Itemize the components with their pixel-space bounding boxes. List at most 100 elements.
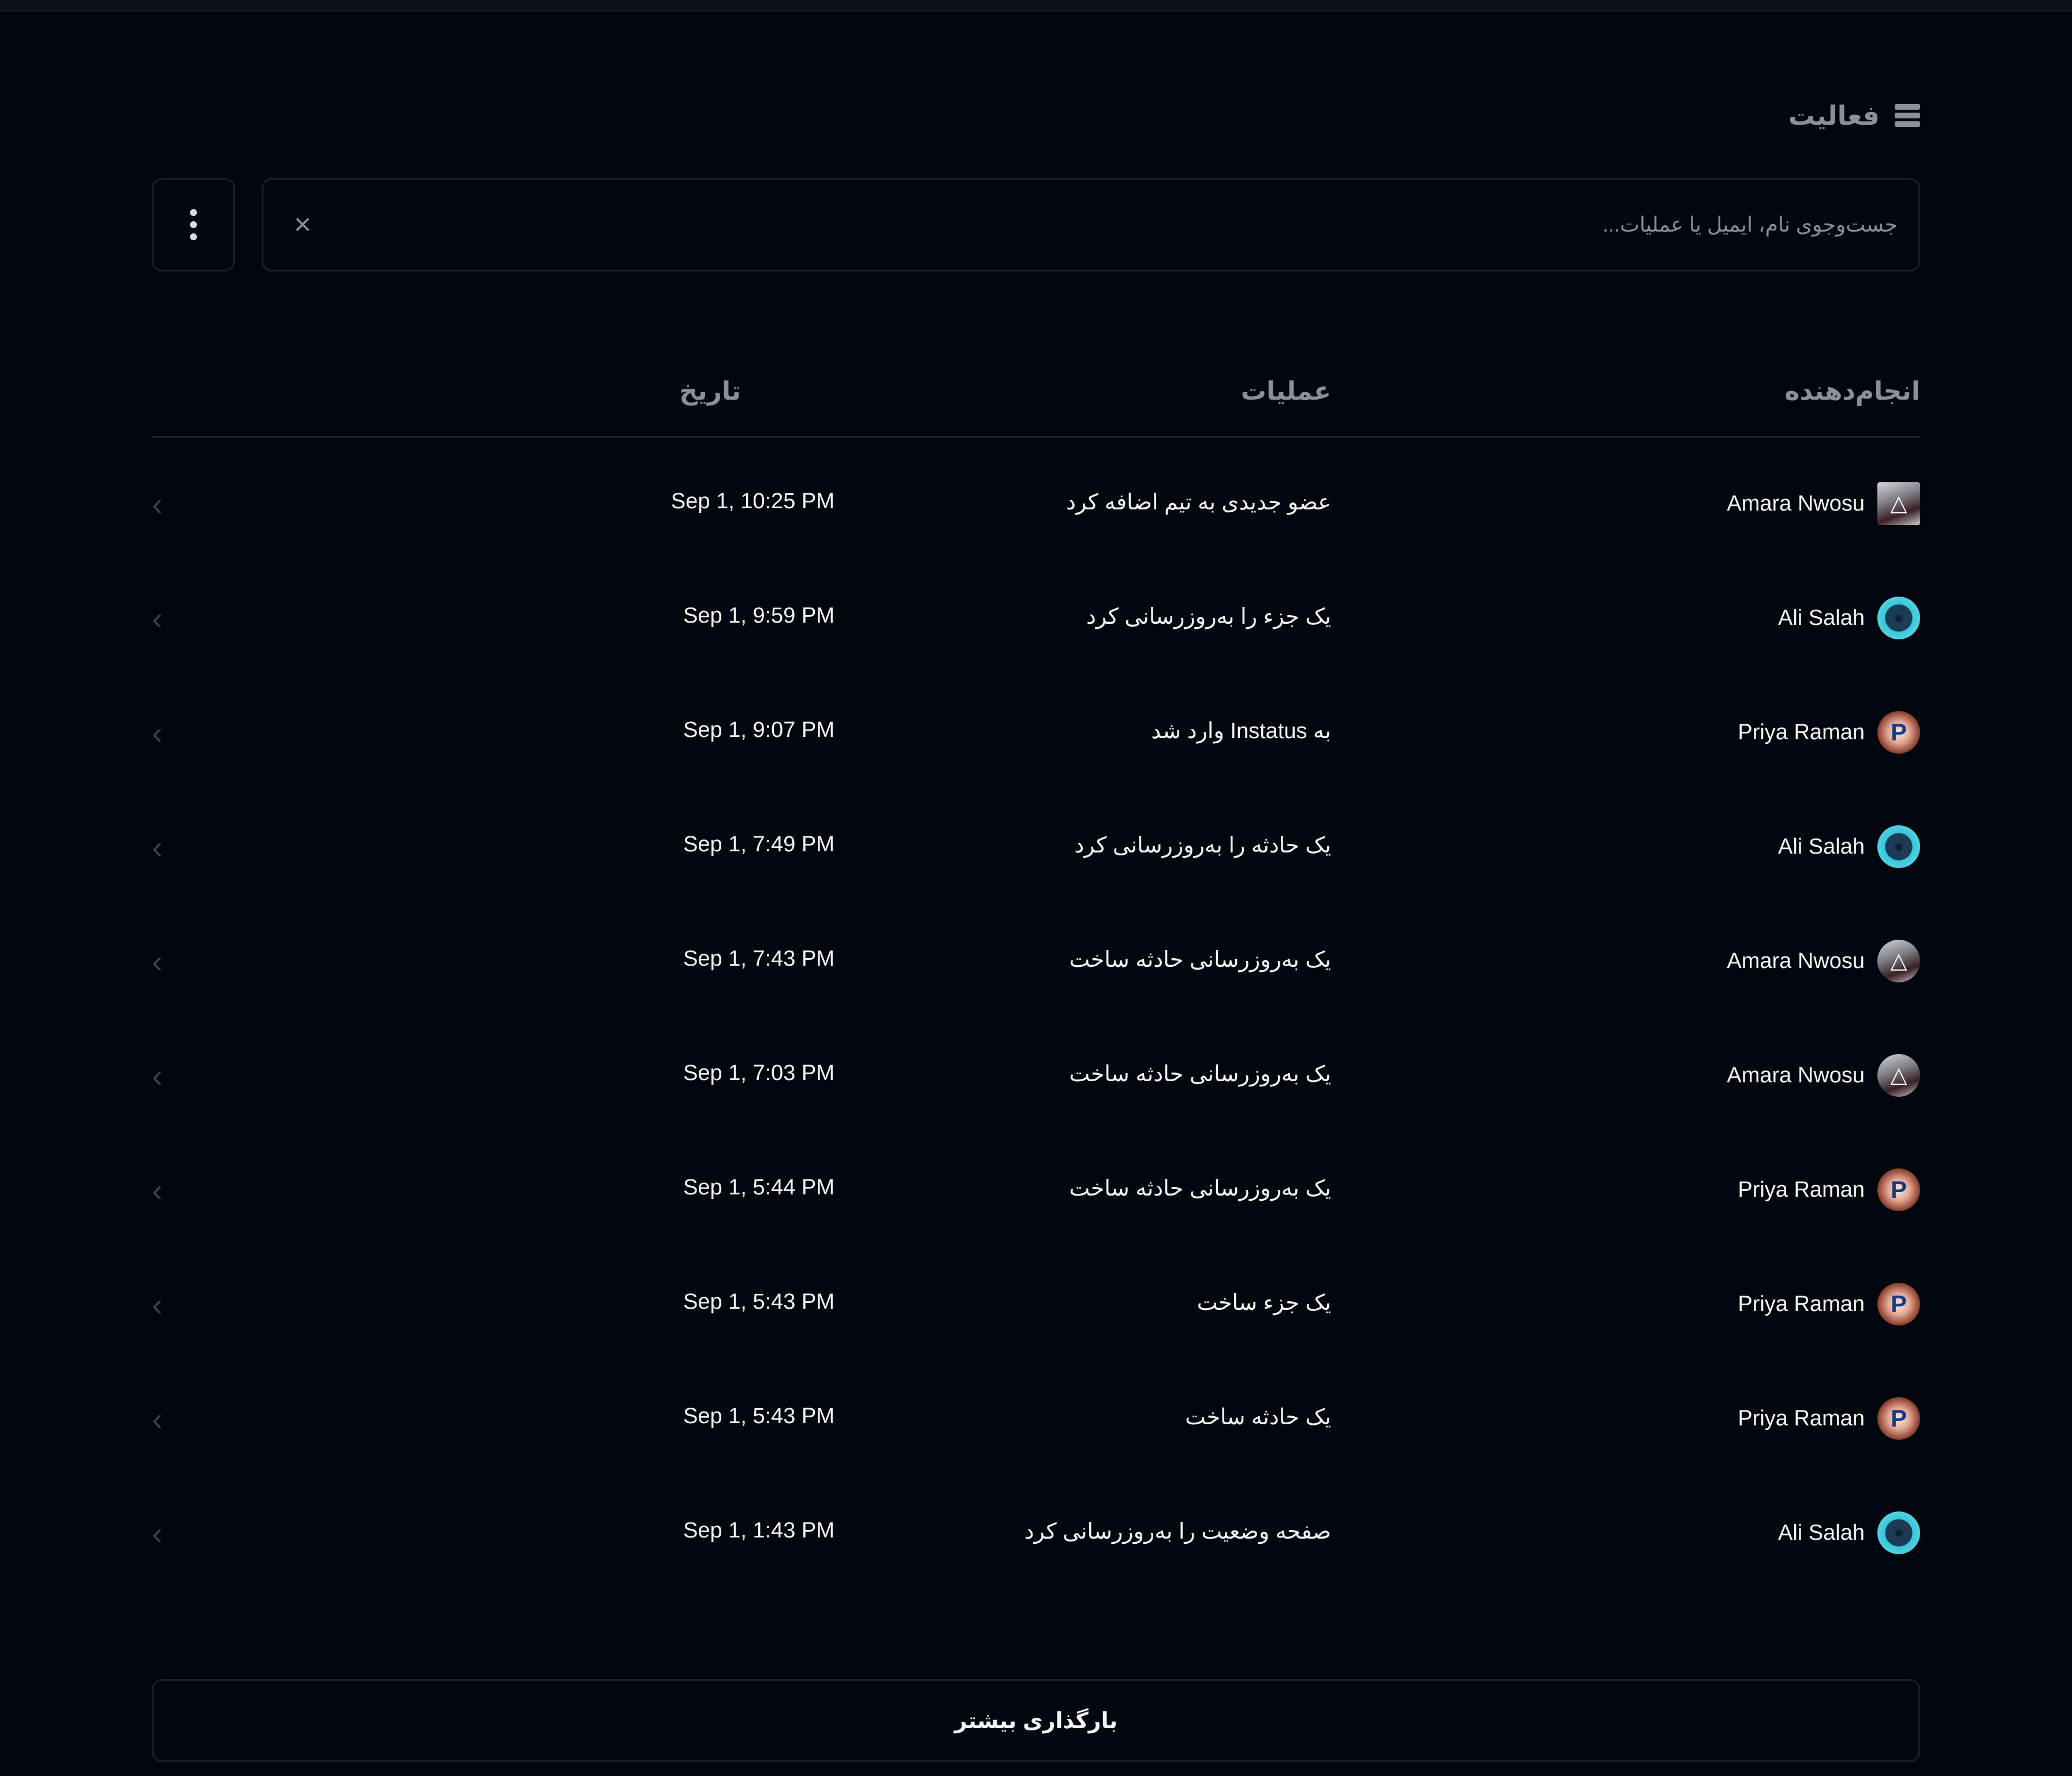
- column-header-actor: انجام‌دهنده: [1784, 377, 1920, 405]
- actor-cell: P Priya Raman: [1738, 711, 1920, 754]
- date-text: Sep 1, 1:43 PM: [683, 1518, 834, 1543]
- avatar-glyph: P: [1890, 1176, 1907, 1203]
- server-stack-icon: [1895, 104, 1920, 127]
- action-text: یک جزء ساخت: [1197, 1291, 1331, 1315]
- actor-cell: P Priya Raman: [1738, 1397, 1920, 1440]
- avatar: P: [1877, 1397, 1920, 1440]
- table-row[interactable]: ● Ali Salah صفحه وضعیت را به‌روزرسانی کرد S…: [152, 1476, 1920, 1590]
- actor-cell: ● Ali Salah: [1778, 1511, 1920, 1554]
- actor-cell: ● Ali Salah: [1778, 825, 1920, 868]
- actor-name: Ali Salah: [1778, 1520, 1865, 1545]
- page-header: فعالیت: [1788, 92, 1920, 139]
- avatar-glyph: P: [1890, 718, 1907, 746]
- actor-cell: △ Amara Nwosu: [1727, 940, 1920, 982]
- date-text: Sep 1, 7:43 PM: [683, 947, 834, 971]
- toolbar: ×: [152, 178, 1920, 271]
- activity-table: انجام‌دهنده عملیات تاریخ △ Amara Nwosu عضو…: [152, 352, 1920, 1590]
- date-text: Sep 1, 5:43 PM: [683, 1404, 834, 1428]
- date-text: Sep 1, 7:49 PM: [683, 832, 834, 857]
- table-row[interactable]: △ Amara Nwosu یک به‌روزرسانی حادثه ساخت Sep…: [152, 904, 1920, 1018]
- chevron-left-icon[interactable]: ‹: [152, 1402, 175, 1436]
- search-input[interactable]: [321, 180, 1898, 270]
- column-header-action: عملیات: [1240, 377, 1331, 405]
- action-text: صفحه وضعیت را به‌روزرسانی کرد: [1024, 1520, 1331, 1544]
- actor-name: Priya Raman: [1738, 720, 1865, 744]
- avatar: P: [1877, 1168, 1920, 1211]
- dot: [190, 221, 197, 228]
- actor-name: Ali Salah: [1778, 834, 1865, 859]
- date-text: Sep 1, 7:03 PM: [683, 1061, 834, 1085]
- avatar-glyph: △: [1890, 492, 1907, 516]
- actor-cell: △ Amara Nwosu: [1727, 482, 1920, 525]
- date-text: Sep 1, 10:25 PM: [670, 489, 834, 513]
- avatar-glyph: △: [1890, 949, 1907, 973]
- action-text: یک به‌روزرسانی حادثه ساخت: [1069, 1062, 1331, 1086]
- avatar-glyph: P: [1890, 1405, 1907, 1432]
- date-text: Sep 1, 5:44 PM: [683, 1175, 834, 1200]
- table-header: انجام‌دهنده عملیات تاریخ: [152, 352, 1920, 438]
- action-text: یک جزء را به‌روزرسانی کرد: [1086, 605, 1331, 629]
- date-text: Sep 1, 9:07 PM: [683, 718, 834, 742]
- load-more-label: بارگذاری بیشتر: [954, 1708, 1118, 1733]
- load-more-button[interactable]: بارگذاری بیشتر: [152, 1679, 1920, 1762]
- actor-name: Amara Nwosu: [1727, 491, 1865, 516]
- column-header-date: تاریخ: [679, 377, 741, 405]
- dot: [190, 233, 197, 240]
- chevron-left-icon[interactable]: ‹: [152, 1516, 175, 1551]
- activity-page: فعالیت × انجام‌دهنده عملیات تاریخ △ Amara…: [152, 0, 1920, 1776]
- action-text: عضو جدیدی به تیم اضافه کرد: [1066, 490, 1331, 515]
- actor-name: Amara Nwosu: [1727, 948, 1865, 973]
- avatar-glyph: ●: [1893, 837, 1905, 856]
- action-text: به Instatus وارد شد: [1151, 719, 1331, 743]
- chevron-left-icon[interactable]: ‹: [152, 830, 175, 865]
- date-text: Sep 1, 9:59 PM: [683, 604, 834, 628]
- table-row[interactable]: △ Amara Nwosu یک به‌روزرسانی حادثه ساخت Sep…: [152, 1018, 1920, 1133]
- avatar-glyph: △: [1890, 1063, 1907, 1088]
- avatar: P: [1877, 1283, 1920, 1326]
- actor-name: Priya Raman: [1738, 1291, 1865, 1316]
- avatar: △: [1877, 940, 1920, 982]
- avatar: P: [1877, 711, 1920, 754]
- chevron-left-icon[interactable]: ‹: [152, 487, 175, 522]
- chevron-left-icon[interactable]: ‹: [152, 944, 175, 979]
- actor-cell: ● Ali Salah: [1778, 597, 1920, 639]
- action-text: یک به‌روزرسانی حادثه ساخت: [1069, 948, 1331, 972]
- table-row[interactable]: △ Amara Nwosu عضو جدیدی به تیم اضافه کرد Se…: [152, 446, 1920, 561]
- actor-cell: P Priya Raman: [1738, 1283, 1920, 1326]
- avatar-glyph: P: [1890, 1290, 1907, 1317]
- table-row[interactable]: P Priya Raman یک به‌روزرسانی حادثه ساخت Sep…: [152, 1133, 1920, 1247]
- table-row[interactable]: P Priya Raman یک جزء ساخت Sep 1, 5:43 PM ‹: [152, 1247, 1920, 1361]
- actor-name: Priya Raman: [1738, 1177, 1865, 1202]
- chevron-left-icon[interactable]: ‹: [152, 1173, 175, 1208]
- actor-name: Priya Raman: [1738, 1406, 1865, 1431]
- close-icon[interactable]: ×: [288, 210, 318, 240]
- dot: [190, 209, 197, 216]
- search-box: ×: [262, 178, 1920, 271]
- actor-cell: △ Amara Nwosu: [1727, 1054, 1920, 1097]
- avatar: △: [1877, 1054, 1920, 1097]
- actor-name: Ali Salah: [1778, 605, 1865, 630]
- table-row[interactable]: P Priya Raman یک حادثه ساخت Sep 1, 5:43 PM ‹: [152, 1361, 1920, 1476]
- table-row[interactable]: ● Ali Salah یک جزء را به‌روزرسانی کرد Sep 1…: [152, 561, 1920, 675]
- action-text: یک حادثه ساخت: [1185, 1405, 1331, 1429]
- actor-cell: P Priya Raman: [1738, 1168, 1920, 1211]
- avatar-glyph: ●: [1893, 1523, 1905, 1542]
- table-row[interactable]: ● Ali Salah یک حادثه را به‌روزرسانی کرد Sep…: [152, 790, 1920, 904]
- avatar: ●: [1877, 1511, 1920, 1554]
- chevron-left-icon[interactable]: ‹: [152, 601, 175, 636]
- chevron-left-icon[interactable]: ‹: [152, 716, 175, 750]
- action-text: یک به‌روزرسانی حادثه ساخت: [1069, 1176, 1331, 1201]
- action-text: یک حادثه را به‌روزرسانی کرد: [1074, 833, 1331, 858]
- avatar: ●: [1877, 825, 1920, 868]
- table-row[interactable]: P Priya Raman به Instatus وارد شد Sep 1, 9:…: [152, 675, 1920, 790]
- avatar: ●: [1877, 597, 1920, 639]
- avatar: △: [1877, 482, 1920, 525]
- date-text: Sep 1, 5:43 PM: [683, 1290, 834, 1314]
- avatar-glyph: ●: [1893, 608, 1905, 627]
- table-body: △ Amara Nwosu عضو جدیدی به تیم اضافه کرد Se…: [152, 438, 1920, 1590]
- actor-name: Amara Nwosu: [1727, 1063, 1865, 1088]
- more-options-button[interactable]: [152, 178, 235, 271]
- chevron-left-icon[interactable]: ‹: [152, 1059, 175, 1093]
- chevron-left-icon[interactable]: ‹: [152, 1287, 175, 1322]
- page-title: فعالیت: [1788, 100, 1880, 131]
